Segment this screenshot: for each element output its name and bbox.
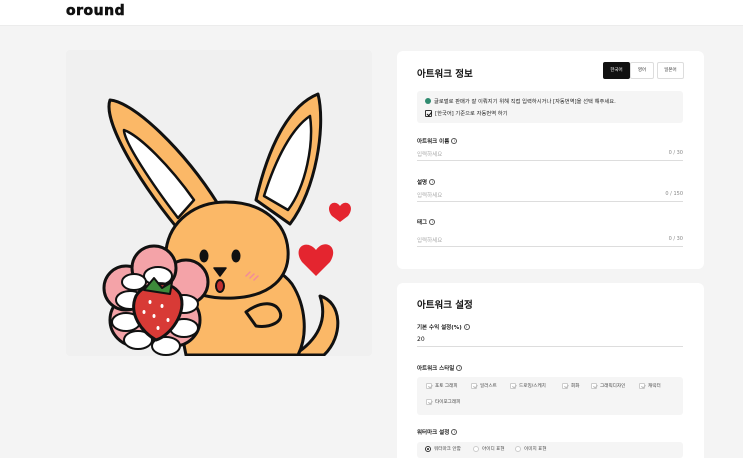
- lang-korean-button[interactable]: 한국어: [603, 62, 630, 79]
- heart-large: [298, 244, 334, 276]
- artwork-name-placeholder: 입력하세요: [417, 152, 443, 158]
- watermark-radio-none[interactable]: 워터마크 안함: [425, 446, 461, 452]
- auto-translate-label: [한국어] 기준으로 자동번역 하기: [435, 111, 508, 117]
- style-chip-painting[interactable]: 회화: [562, 383, 579, 389]
- artwork-name-input[interactable]: 입력하세요 0 / 30: [417, 149, 683, 161]
- logo[interactable]: oround: [66, 3, 125, 20]
- heart-small: [329, 202, 351, 222]
- tag-placeholder: 입력하세요: [417, 238, 443, 244]
- info-icon[interactable]: i: [456, 365, 463, 371]
- notice-text: 글로벌로 판매가 잘 이뤄지기 위해 직접 입력하시거나 [자동번역]을 선택 …: [434, 99, 616, 105]
- style-chip-typography[interactable]: 타이포그래피: [426, 399, 460, 405]
- style-chip-illustration[interactable]: 일러스트: [471, 383, 497, 389]
- lang-japanese-button[interactable]: 일본어: [657, 62, 684, 79]
- tag-input[interactable]: 입력하세요 0 / 30: [417, 235, 683, 247]
- artwork-settings-title: 아트워크 설정: [417, 300, 473, 311]
- artwork-info-title: 아트워크 정보: [417, 69, 473, 80]
- margin-input[interactable]: 20: [417, 335, 683, 347]
- info-icon[interactable]: i: [429, 219, 436, 225]
- description-label: 설명 i: [417, 178, 436, 186]
- margin-label: 기본 수익 설정(%) i: [417, 323, 470, 331]
- description-placeholder: 입력하세요: [417, 193, 443, 199]
- top-bar: oround: [0, 0, 743, 26]
- artwork-settings-card: 아트워크 설정 기본 수익 설정(%) i 20 아트워크 스타일 i 포토 그래피…: [397, 283, 704, 458]
- watermark-radio-id[interactable]: 아이디 표현: [473, 446, 505, 452]
- info-dot-icon: [425, 98, 431, 104]
- auto-translate-checkbox[interactable]: [425, 109, 432, 117]
- artwork-name-label: 아트워크 이름 i: [417, 137, 458, 145]
- watermark-radio-image[interactable]: 이미지 표현: [515, 446, 547, 452]
- tag-count: 0 / 30: [668, 236, 683, 242]
- style-chip-photography[interactable]: 포토 그래피: [426, 383, 458, 389]
- style-chip-drawing[interactable]: 드로잉/스케치: [510, 383, 546, 389]
- artwork-preview: [66, 50, 372, 356]
- artwork-info-card: 아트워크 정보 한국어 영어 일본어 글로벌로 판매가 잘 이뤄지기 위해 직접…: [397, 51, 704, 269]
- style-label: 아트워크 스타일 i: [417, 364, 463, 372]
- watermark-options: 워터마크 안함 아이디 표현 이미지 표현: [417, 442, 683, 458]
- fox-artwork-image: [102, 92, 351, 356]
- description-count: 0 / 150: [665, 191, 683, 197]
- description-input[interactable]: 입력하세요 0 / 150: [417, 190, 683, 202]
- info-icon[interactable]: i: [429, 179, 436, 185]
- translate-notice: 글로벌로 판매가 잘 이뤄지기 위해 직접 입력하시거나 [자동번역]을 선택 …: [417, 91, 683, 123]
- style-options: 포토 그래피 일러스트 드로잉/스케치 회화 그래픽디자인 캐릭터 타이포그래피: [417, 377, 683, 415]
- info-icon[interactable]: i: [451, 429, 458, 435]
- style-chip-graphic-design[interactable]: 그래픽디자인: [591, 383, 625, 389]
- lang-english-button[interactable]: 영어: [630, 62, 654, 79]
- margin-value: 20: [417, 336, 425, 343]
- tag-label: 태그 i: [417, 218, 436, 226]
- info-icon[interactable]: i: [463, 324, 470, 330]
- info-icon[interactable]: i: [451, 138, 458, 144]
- artwork-name-count: 0 / 30: [668, 150, 683, 156]
- watermark-label: 워터마크 설정 i: [417, 428, 458, 436]
- style-chip-character[interactable]: 캐릭터: [639, 383, 661, 389]
